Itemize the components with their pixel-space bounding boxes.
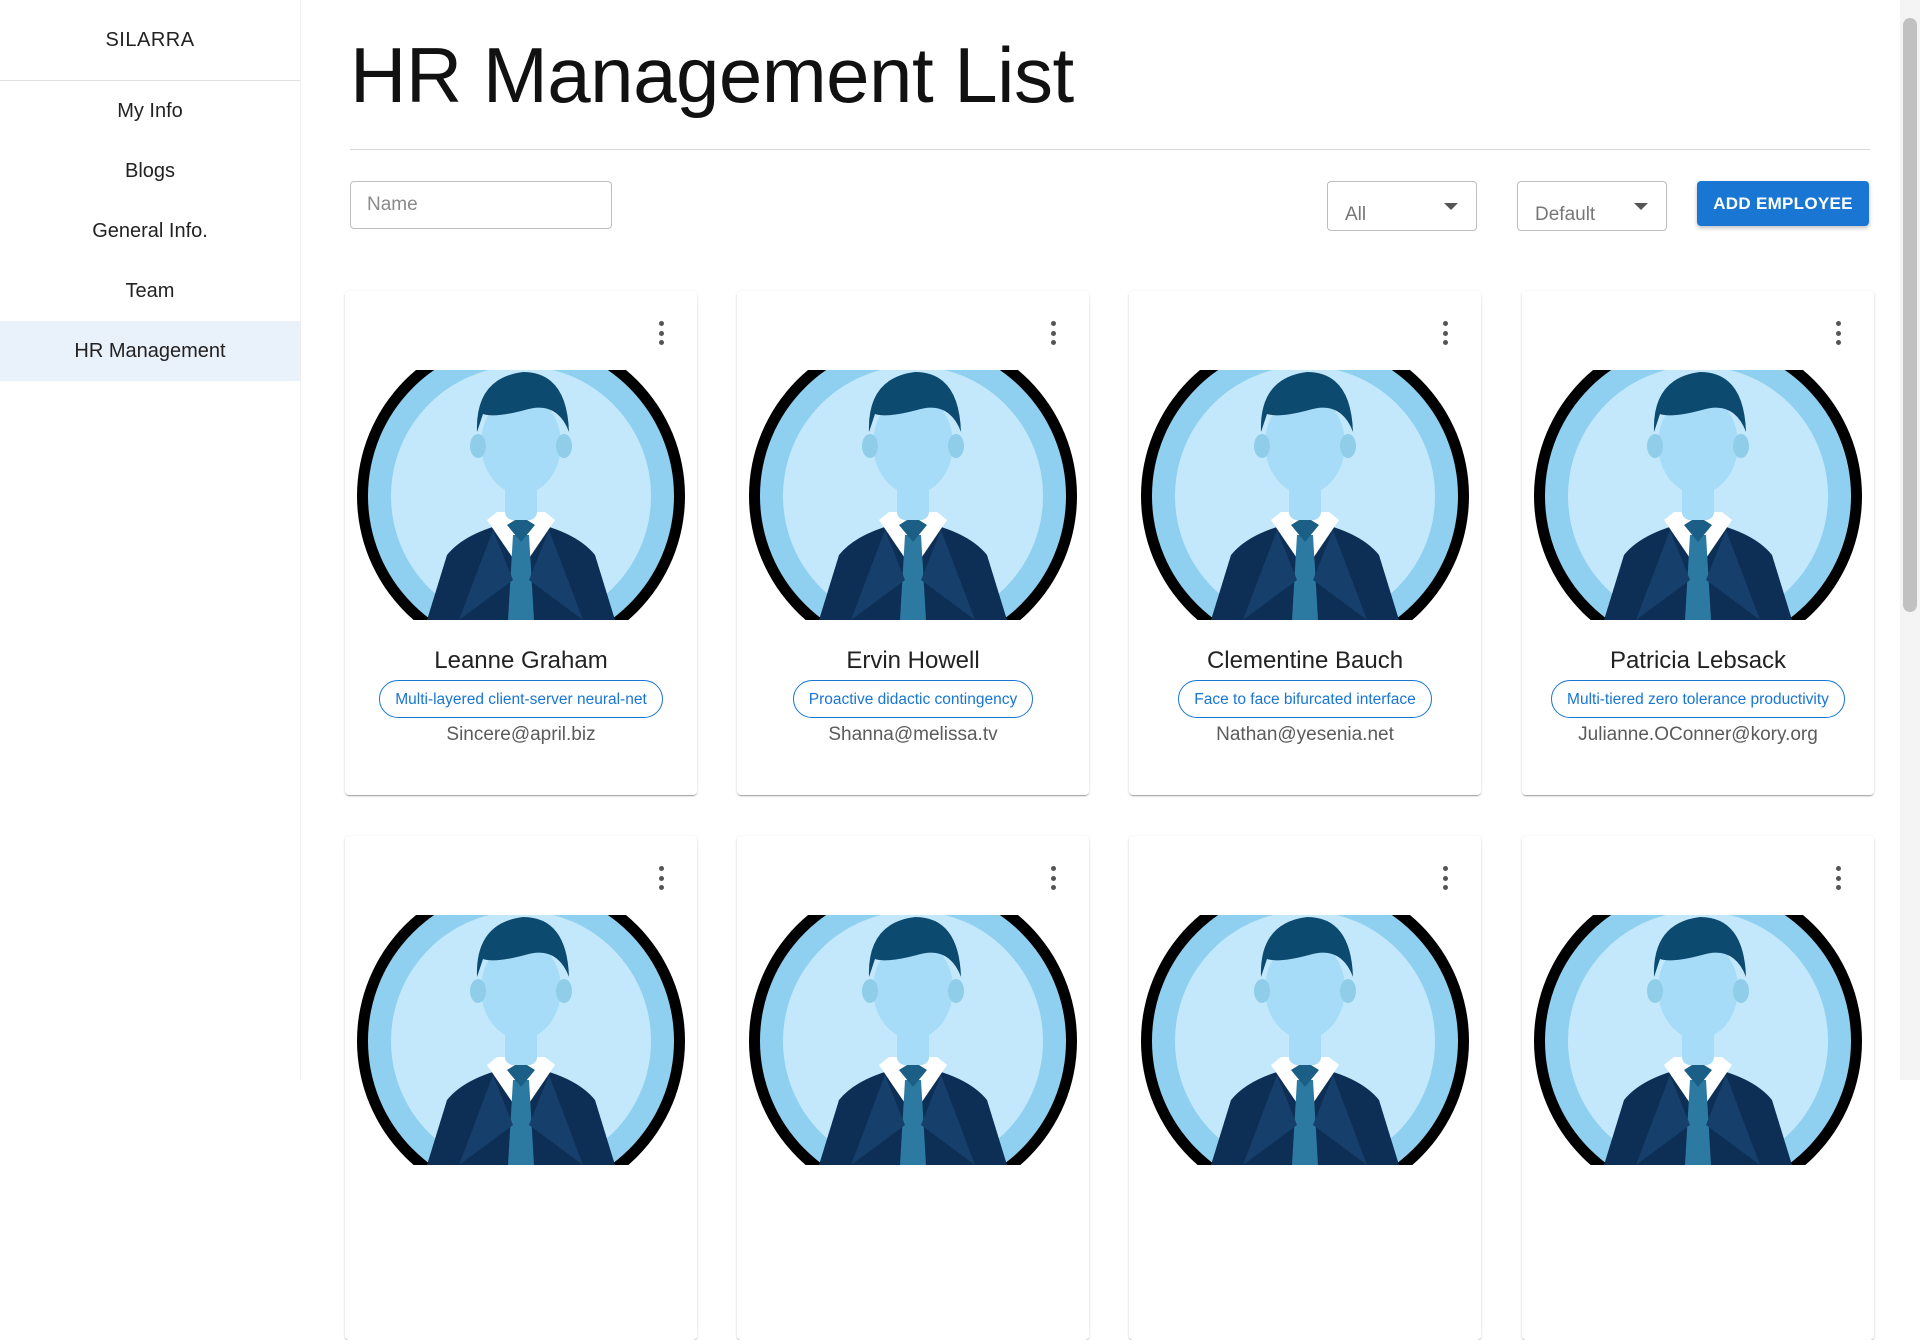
employee-card <box>345 836 697 1340</box>
main-content: HR Management List All Default ADD EMPLO… <box>345 0 1874 1340</box>
sort-value: Default <box>1535 204 1596 225</box>
person-avatar-icon <box>357 915 685 1165</box>
employee-card <box>1129 836 1481 1340</box>
employee-tag-wrap: Face to face bifurcated interface <box>1129 680 1481 718</box>
employee-name: Patricia Lebsack <box>1609 647 1787 674</box>
more-vert-icon[interactable] <box>1043 866 1063 890</box>
role-filter-value: All <box>1345 204 1367 225</box>
employee-tag-wrap: Multi-layered client-server neural-net <box>345 680 697 718</box>
sidebar-item-blogs[interactable]: Blogs <box>0 141 300 201</box>
name-search-input[interactable] <box>350 181 612 229</box>
role-filter-select[interactable]: All <box>1327 181 1477 231</box>
arrow-drop-down-icon <box>1634 203 1648 210</box>
sort-select[interactable]: Default <box>1517 181 1667 231</box>
employee-card: Leanne Graham Multi-layered client-serve… <box>345 291 697 795</box>
scrollbar[interactable] <box>1900 0 1920 1080</box>
more-vert-icon[interactable] <box>651 866 671 890</box>
person-avatar-icon <box>1534 915 1862 1165</box>
employee-email: Sincere@april.biz <box>446 724 596 745</box>
employee-card <box>737 836 1089 1340</box>
employee-email: Nathan@yesenia.net <box>1216 724 1394 745</box>
employee-name: Leanne Graham <box>434 647 608 674</box>
sidebar-item-general-info[interactable]: General Info. <box>0 201 300 261</box>
employee-tag-chip[interactable]: Face to face bifurcated interface <box>1178 680 1432 718</box>
person-avatar-icon <box>1141 370 1469 620</box>
employee-tag-chip[interactable]: Multi-tiered zero tolerance productivity <box>1551 680 1845 718</box>
scrollbar-thumb[interactable] <box>1903 18 1917 612</box>
person-avatar-icon <box>749 370 1077 620</box>
sidebar: SILARRA My Info Blogs General Info. Team… <box>0 0 301 1080</box>
brand-logo[interactable]: SILARRA <box>0 0 300 81</box>
employee-tag-wrap: Multi-tiered zero tolerance productivity <box>1522 680 1874 718</box>
employee-card: Clementine Bauch Face to face bifurcated… <box>1129 291 1481 795</box>
employee-card: Ervin Howell Proactive didactic continge… <box>737 291 1089 795</box>
add-employee-button[interactable]: ADD EMPLOYEE <box>1697 181 1869 226</box>
employee-name: Ervin Howell <box>846 647 980 674</box>
employee-email: Shanna@melissa.tv <box>828 724 998 745</box>
more-vert-icon[interactable] <box>1043 321 1063 345</box>
sidebar-nav: My Info Blogs General Info. Team HR Mana… <box>0 81 300 381</box>
employee-email: Julianne.OConner@kory.org <box>1578 724 1818 745</box>
sidebar-item-hr-management[interactable]: HR Management <box>0 321 300 381</box>
sidebar-item-team[interactable]: Team <box>0 261 300 321</box>
employee-tag-chip[interactable]: Multi-layered client-server neural-net <box>379 680 663 718</box>
employee-name: Clementine Bauch <box>1206 647 1404 674</box>
employee-card: Patricia Lebsack Multi-tiered zero toler… <box>1522 291 1874 795</box>
sidebar-item-my-info[interactable]: My Info <box>0 81 300 141</box>
person-avatar-icon <box>1141 915 1469 1165</box>
person-avatar-icon <box>749 915 1077 1165</box>
more-vert-icon[interactable] <box>1435 321 1455 345</box>
page-title: HR Management List <box>350 31 1074 119</box>
more-vert-icon[interactable] <box>1828 321 1848 345</box>
person-avatar-icon <box>357 370 685 620</box>
employee-tag-chip[interactable]: Proactive didactic contingency <box>792 680 1034 718</box>
employee-tag-wrap: Proactive didactic contingency <box>737 680 1089 718</box>
person-avatar-icon <box>1534 370 1862 620</box>
employee-card <box>1522 836 1874 1340</box>
title-divider <box>350 149 1870 150</box>
more-vert-icon[interactable] <box>1828 866 1848 890</box>
toolbar: All Default ADD EMPLOYEE <box>350 181 1870 231</box>
more-vert-icon[interactable] <box>1435 866 1455 890</box>
more-vert-icon[interactable] <box>651 321 671 345</box>
arrow-drop-down-icon <box>1444 203 1458 210</box>
